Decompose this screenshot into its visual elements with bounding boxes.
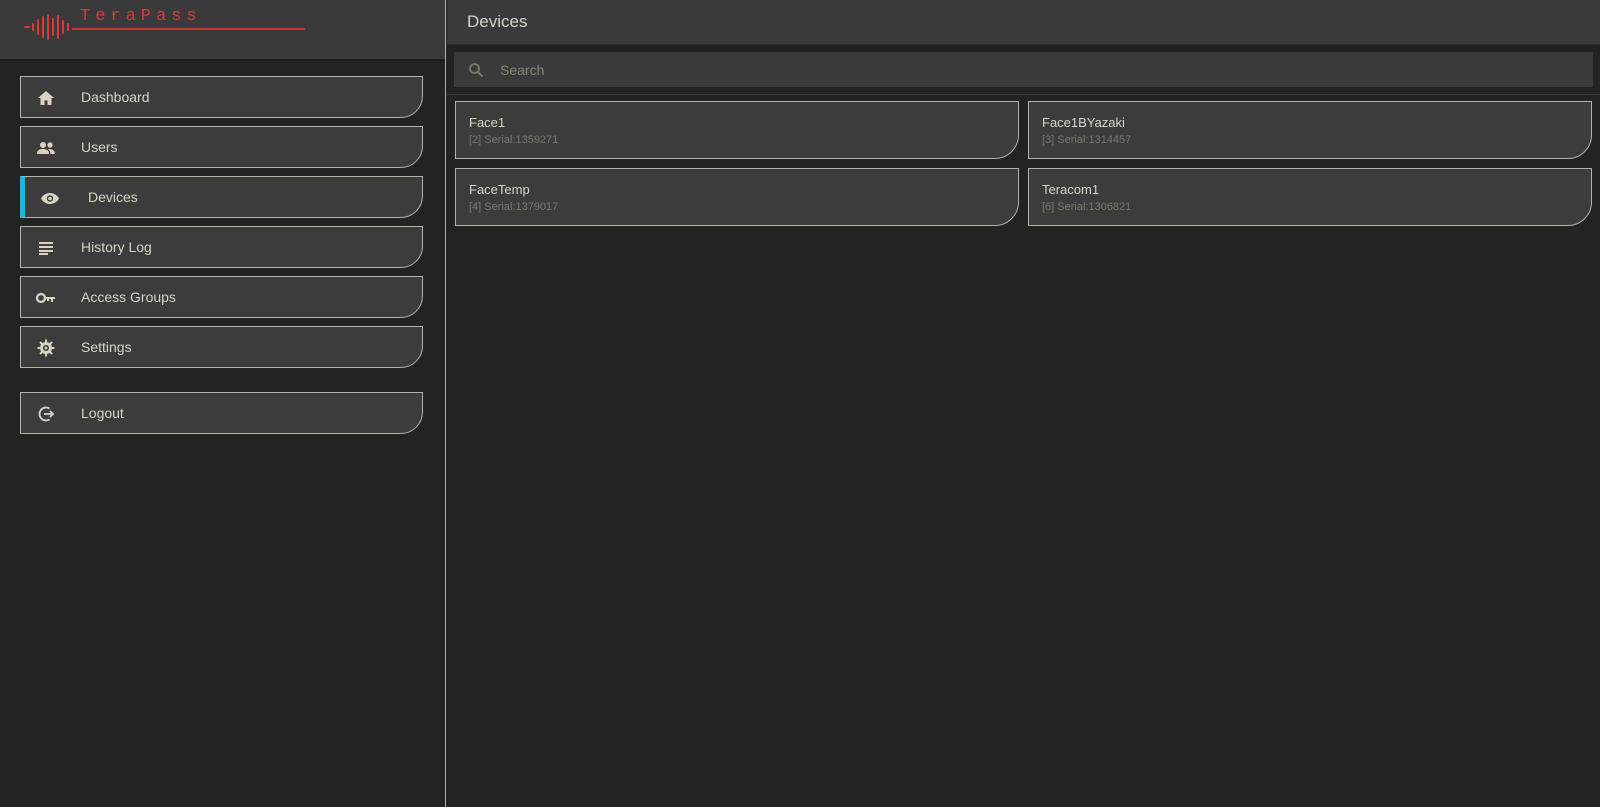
logout-icon	[36, 404, 56, 424]
page-header: Devices	[447, 0, 1600, 45]
search-icon	[469, 63, 484, 78]
list-icon	[36, 238, 56, 258]
device-serial: [2] Serial:1359271	[469, 134, 559, 146]
device-serial: [3] Serial:1314457	[1042, 134, 1132, 146]
device-name: Face1BYazaki	[1042, 115, 1125, 130]
sidebar-item-dashboard[interactable]: Dashboard	[20, 76, 423, 118]
gear-icon	[36, 338, 56, 358]
sidebar-item-settings[interactable]: Settings	[20, 326, 423, 368]
sidebar-item-devices[interactable]: Devices	[20, 176, 423, 218]
device-name: FaceTemp	[469, 182, 530, 197]
logout-label: Logout	[81, 405, 124, 421]
device-name: Face1	[469, 115, 506, 130]
sidebar-item-label: Dashboard	[81, 89, 150, 105]
home-icon	[36, 88, 56, 108]
sidebar-nav: Dashboard Users Devices History Log Acce…	[20, 76, 424, 376]
device-serial: [4] Serial:1379017	[469, 201, 559, 213]
logo-bar: TeraPass	[0, 0, 445, 61]
logout-wrap: Logout	[20, 392, 423, 442]
brand-name: TeraPass	[80, 7, 202, 26]
device-card[interactable]: FaceTemp [4] Serial:1379017	[455, 168, 1019, 226]
main-content: Devices Face1 [2] Serial:1359271 Face1BY…	[447, 0, 1600, 807]
sidebar-item-label: Devices	[88, 189, 138, 205]
sidebar: TeraPass Dashboard Users Devices History…	[0, 0, 446, 807]
device-name: Teracom1	[1042, 182, 1100, 197]
device-grid: Face1 [2] Serial:1359271 Face1BYazaki [3…	[455, 101, 1600, 226]
sidebar-item-users[interactable]: Users	[20, 126, 423, 168]
sidebar-item-history-log[interactable]: History Log	[20, 226, 423, 268]
sound-wave-logo-icon	[24, 14, 69, 40]
device-card[interactable]: Teracom1 [6] Serial:1306821	[1028, 168, 1592, 226]
search-box	[454, 52, 1593, 87]
sidebar-item-access-groups[interactable]: Access Groups	[20, 276, 423, 318]
device-card[interactable]: Face1 [2] Serial:1359271	[455, 101, 1019, 159]
sidebar-item-label: Users	[81, 139, 118, 155]
logout-button[interactable]: Logout	[20, 392, 423, 434]
sidebar-item-label: Access Groups	[81, 289, 176, 305]
device-serial: [6] Serial:1306821	[1042, 201, 1132, 213]
search-bar	[447, 45, 1600, 95]
users-icon	[36, 138, 56, 158]
device-card[interactable]: Face1BYazaki [3] Serial:1314457	[1028, 101, 1592, 159]
app-root: TeraPass Dashboard Users Devices History…	[0, 0, 1600, 807]
sidebar-item-label: Settings	[81, 339, 132, 355]
eye-icon	[40, 188, 60, 208]
sidebar-item-label: History Log	[81, 239, 152, 255]
key-icon	[36, 288, 56, 308]
page-title: Devices	[467, 12, 528, 31]
search-input[interactable]	[498, 52, 1578, 87]
logo-underline	[72, 28, 305, 30]
